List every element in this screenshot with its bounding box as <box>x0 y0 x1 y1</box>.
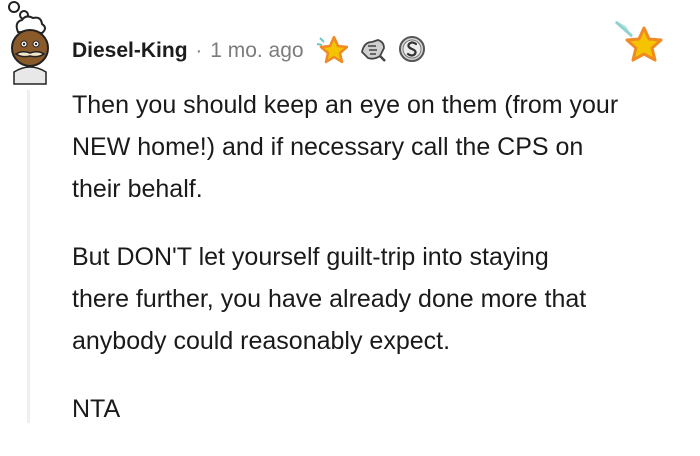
comment-line: there further, you have already done mor… <box>72 285 587 313</box>
thread-line[interactable] <box>27 90 30 423</box>
comment-paragraph: But DON'T let yourself guilt-trip into s… <box>72 236 700 362</box>
comment-timestamp[interactable]: 1 mo. ago <box>210 39 303 63</box>
comment-header: Diesel-King · 1 mo. ago <box>72 34 426 68</box>
meta-separator: · <box>195 39 203 62</box>
comment-paragraph: NTA <box>72 388 700 430</box>
comment-line: NEW home!) and if necessary call the CPS… <box>72 133 584 161</box>
star-award-icon[interactable] <box>612 18 664 66</box>
handshake-award-icon[interactable] <box>358 34 388 69</box>
comment-body: Then you should keep an eye on them (fro… <box>72 84 700 456</box>
comment-line: their behalf. <box>72 175 203 203</box>
silver-s-award-icon[interactable] <box>398 35 426 68</box>
author-username[interactable]: Diesel-King <box>72 39 188 63</box>
comment-paragraph: Then you should keep an eye on them (fro… <box>72 84 700 210</box>
comment-line: NTA <box>72 395 121 423</box>
comment-line: But DON'T let yourself guilt-trip into s… <box>72 243 549 271</box>
user-avatar[interactable] <box>0 0 60 86</box>
comment-line: Then you should keep an eye on them (fro… <box>72 91 619 119</box>
comment: Diesel-King · 1 mo. ago Then you should … <box>0 0 700 423</box>
star-award-icon[interactable] <box>314 34 348 69</box>
comment-line: anybody could reasonably expect. <box>72 327 451 355</box>
